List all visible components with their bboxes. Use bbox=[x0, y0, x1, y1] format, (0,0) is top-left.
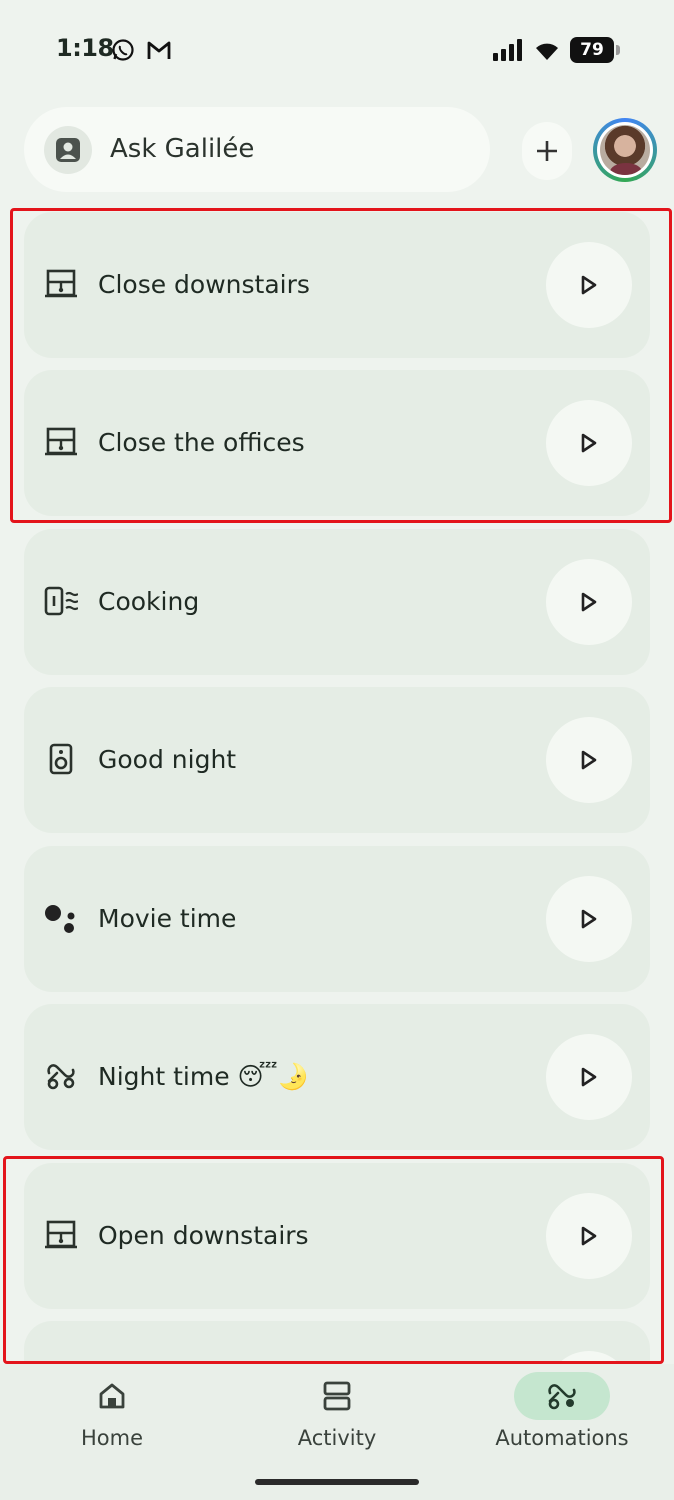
routine-card-good-night[interactable]: Good night bbox=[24, 687, 650, 833]
whatsapp-icon bbox=[112, 39, 134, 61]
nav-label-activity: Activity bbox=[297, 1426, 377, 1450]
routine-icon bbox=[44, 1059, 78, 1093]
google-assistant-icon bbox=[44, 901, 78, 935]
routine-card-open-downstairs[interactable]: Open downstairs bbox=[24, 1163, 650, 1309]
play-button[interactable] bbox=[546, 242, 632, 328]
battery-level: 79 bbox=[570, 37, 614, 63]
routine-card-cooking[interactable]: Cooking bbox=[24, 529, 650, 675]
nav-home[interactable]: Home bbox=[22, 1364, 202, 1474]
blinds-icon bbox=[44, 1218, 78, 1252]
nav-activity[interactable]: Activity bbox=[247, 1364, 427, 1474]
routine-label: Cooking bbox=[98, 587, 200, 616]
plus-icon bbox=[537, 141, 557, 161]
routine-card-close-the-offices[interactable]: Close the offices bbox=[24, 370, 650, 516]
routine-label: Night time 😴🌛 bbox=[98, 1062, 309, 1091]
assistant-search-bar[interactable]: Ask Galilée bbox=[24, 107, 490, 192]
play-button[interactable] bbox=[546, 1351, 632, 1364]
app-screen: Close downstairs Close the offices Cooki… bbox=[0, 0, 674, 1500]
blinds-icon bbox=[44, 267, 78, 301]
status-time: 1:18 bbox=[56, 34, 114, 62]
routine-card-close-downstairs[interactable]: Close downstairs bbox=[24, 212, 650, 358]
home-icon bbox=[99, 1383, 125, 1409]
nav-label-automations: Automations bbox=[495, 1426, 629, 1450]
play-icon bbox=[581, 1067, 597, 1087]
add-button[interactable] bbox=[522, 122, 572, 180]
nav-automations[interactable]: Automations bbox=[472, 1364, 652, 1474]
play-button[interactable] bbox=[546, 400, 632, 486]
play-button[interactable] bbox=[546, 717, 632, 803]
status-bar: 1:18 79 bbox=[0, 0, 674, 100]
routine-card-night-time[interactable]: Night time 😴🌛 bbox=[24, 1004, 650, 1150]
activity-icon bbox=[323, 1381, 351, 1411]
gmail-icon bbox=[147, 41, 171, 59]
wifi-icon bbox=[536, 43, 558, 60]
play-button[interactable] bbox=[546, 1034, 632, 1120]
blinds-icon bbox=[44, 425, 78, 459]
nav-label-home: Home bbox=[80, 1426, 143, 1450]
play-button[interactable] bbox=[546, 876, 632, 962]
routine-label: Good night bbox=[98, 745, 237, 774]
play-icon bbox=[581, 1226, 597, 1246]
search-label: Ask Galilée bbox=[110, 134, 255, 164]
routine-label: Close the offices bbox=[98, 428, 305, 457]
play-button[interactable] bbox=[546, 1193, 632, 1279]
signal-icon bbox=[493, 39, 522, 61]
play-icon bbox=[581, 750, 597, 770]
speaker-icon bbox=[44, 742, 78, 776]
play-icon bbox=[581, 592, 597, 612]
person-icon bbox=[44, 126, 92, 174]
home-indicator[interactable] bbox=[255, 1479, 419, 1485]
routine-card-movie-time[interactable]: Movie time bbox=[24, 846, 650, 992]
routine-label: Close downstairs bbox=[98, 270, 310, 299]
profile-avatar[interactable] bbox=[593, 118, 657, 182]
routine-label: Open downstairs bbox=[98, 1221, 309, 1250]
routine-card-partial[interactable] bbox=[24, 1321, 650, 1364]
range-hood-icon bbox=[44, 584, 78, 618]
routine-list[interactable]: Close downstairs Close the offices Cooki… bbox=[0, 0, 674, 1364]
routine-label: Movie time bbox=[98, 904, 237, 933]
play-icon bbox=[581, 275, 597, 295]
play-button[interactable] bbox=[546, 559, 632, 645]
automations-icon bbox=[548, 1384, 576, 1410]
play-icon bbox=[581, 433, 597, 453]
battery-icon: 79 bbox=[570, 37, 620, 63]
play-icon bbox=[581, 909, 597, 929]
avatar bbox=[600, 125, 650, 175]
